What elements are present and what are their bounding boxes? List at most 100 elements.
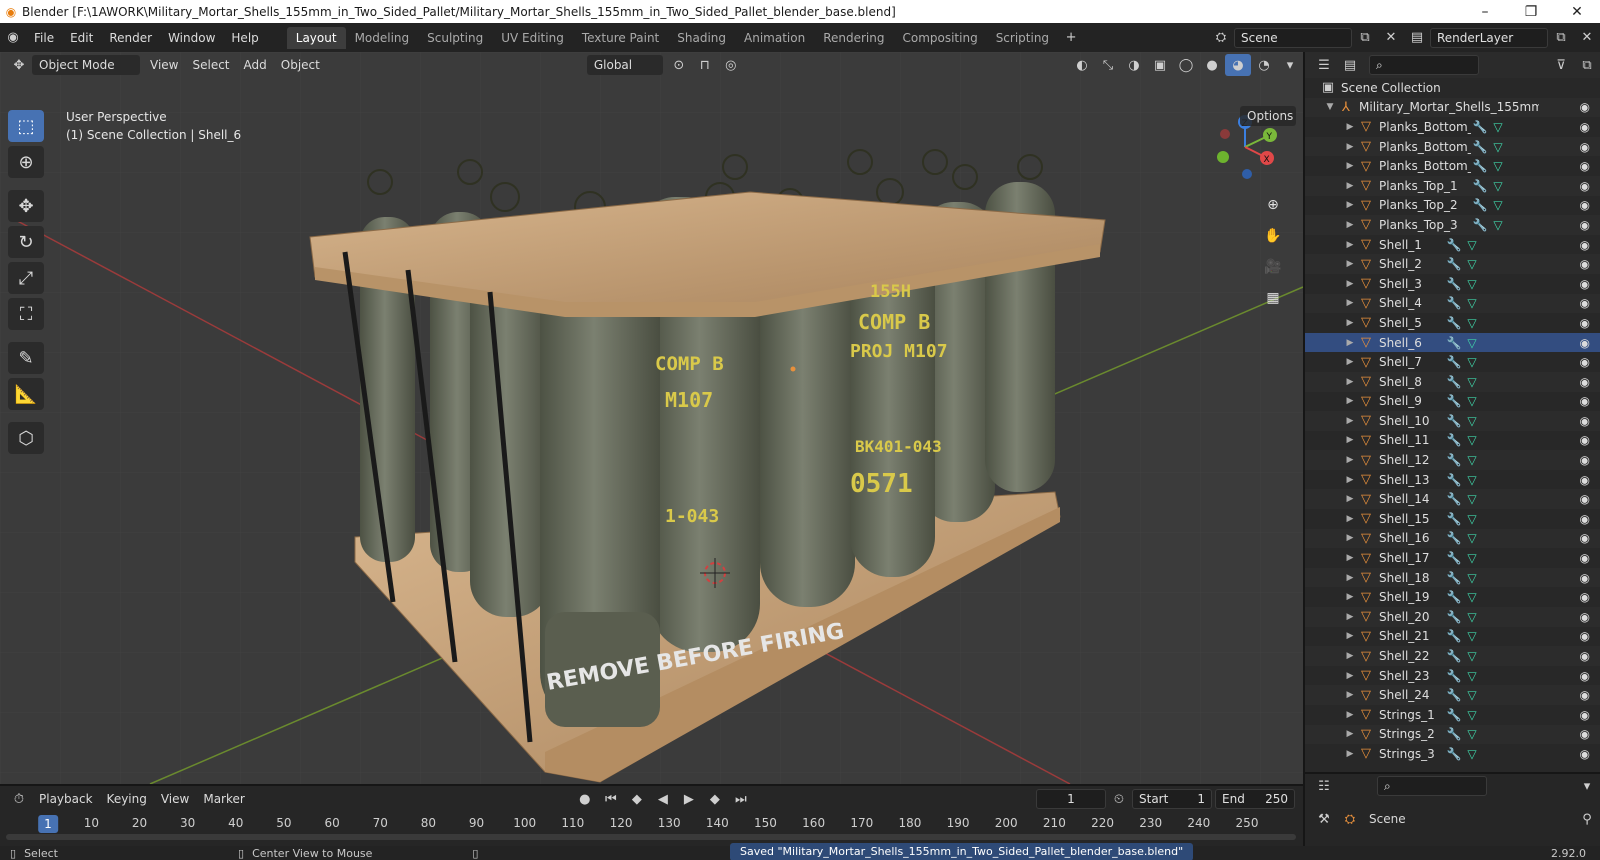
jump-end-icon[interactable]: ⏭: [728, 788, 754, 810]
eye-icon[interactable]: ◉: [1580, 277, 1590, 291]
outliner-item[interactable]: ▶ ▽ Shell_18 🔧 ▽ ◉: [1305, 567, 1600, 588]
timeline-scrollbar[interactable]: [6, 834, 1296, 840]
mesh-data-icon[interactable]: ▽: [1463, 610, 1481, 624]
wireframe-shading-icon[interactable]: ◯: [1173, 54, 1199, 76]
modifier-wrench-icon[interactable]: 🔧: [1445, 257, 1463, 271]
expand-triangle-icon[interactable]: ▶: [1343, 475, 1357, 485]
modifier-wrench-icon[interactable]: 🔧: [1445, 727, 1463, 741]
eye-icon[interactable]: ◉: [1580, 649, 1590, 663]
eye-icon[interactable]: ◉: [1580, 120, 1590, 134]
mesh-data-icon[interactable]: ▽: [1463, 296, 1481, 310]
outliner-search-input[interactable]: ⌕: [1369, 55, 1479, 75]
expand-triangle-icon[interactable]: ▶: [1343, 710, 1357, 720]
mesh-data-icon[interactable]: ▽: [1463, 355, 1481, 369]
outliner-item[interactable]: ▶ ▽ Shell_22 🔧 ▽ ◉: [1305, 646, 1600, 666]
outliner-item[interactable]: ▶▽Planks_Bottom_1🔧▽◉: [1305, 117, 1600, 137]
modifier-wrench-icon[interactable]: 🔧: [1445, 355, 1463, 369]
outliner-root[interactable]: ▣ Scene Collection: [1305, 78, 1600, 98]
minimize-button[interactable]: –: [1462, 4, 1508, 20]
eye-icon[interactable]: ◉: [1580, 159, 1590, 173]
outliner-item[interactable]: ▶ ▽ Shell_15 🔧 ▽ ◉: [1305, 509, 1600, 529]
eye-icon[interactable]: ◉: [1580, 394, 1590, 408]
material-shading-icon[interactable]: ◕: [1225, 54, 1251, 76]
pin-icon[interactable]: ⚲: [1574, 808, 1600, 830]
expand-triangle-icon[interactable]: ▶: [1343, 631, 1357, 641]
eye-icon[interactable]: ◉: [1580, 688, 1590, 702]
expand-triangle-icon[interactable]: ▶: [1343, 240, 1357, 250]
modifier-wrench-icon[interactable]: 🔧: [1471, 218, 1489, 232]
mesh-data-icon[interactable]: ▽: [1463, 629, 1481, 643]
play-reverse-icon[interactable]: ◀: [650, 788, 676, 810]
expand-triangle-icon[interactable]: ▶: [1343, 749, 1357, 759]
select-box-tool-icon[interactable]: ⬚: [8, 110, 44, 142]
outliner-item[interactable]: ▶ ▽ Shell_24 🔧 ▽ ◉: [1305, 685, 1600, 705]
play-icon[interactable]: ▶: [676, 788, 702, 810]
menu-view[interactable]: View: [143, 55, 185, 75]
properties-search-input[interactable]: ⌕: [1377, 776, 1487, 796]
frame-cursor[interactable]: 1: [38, 815, 58, 833]
eye-icon[interactable]: ◉: [1580, 257, 1590, 271]
timeline-ruler[interactable]: 1 10 20 30 40 50 60 70 80 90 100 110 120 130 140 150 160…: [0, 814, 1303, 834]
timeline-editor-icon[interactable]: ⏱: [6, 788, 32, 810]
modifier-wrench-icon[interactable]: 🔧: [1471, 120, 1489, 134]
add-cube-tool-icon[interactable]: ⬡: [8, 422, 44, 454]
filter-icon[interactable]: ⊽: [1548, 54, 1574, 76]
renderlayer-icon[interactable]: ▤: [1404, 27, 1430, 49]
scene-field[interactable]: Scene: [1234, 27, 1352, 48]
outliner-item[interactable]: ▶ ▽ Shell_2 🔧 ▽ ◉: [1305, 254, 1600, 274]
move-tool-icon[interactable]: ✥: [8, 190, 44, 222]
modifier-wrench-icon[interactable]: 🔧: [1445, 433, 1463, 447]
mesh-data-icon[interactable]: ▽: [1463, 492, 1481, 506]
expand-triangle-icon[interactable]: ▶: [1343, 357, 1357, 367]
xray-icon[interactable]: ▣: [1147, 54, 1173, 76]
expand-triangle-icon[interactable]: ▶: [1343, 220, 1357, 230]
eye-icon[interactable]: ◉: [1580, 355, 1590, 369]
mesh-data-icon[interactable]: ▽: [1489, 218, 1507, 232]
modifier-wrench-icon[interactable]: 🔧: [1471, 179, 1489, 193]
mesh-data-icon[interactable]: ▽: [1463, 238, 1481, 252]
modifier-wrench-icon[interactable]: 🔧: [1445, 669, 1463, 683]
ortho-grid-icon[interactable]: ▦: [1260, 285, 1286, 311]
expand-triangle-icon[interactable]: ▶: [1343, 161, 1357, 171]
renderlayer-field[interactable]: RenderLayer: [1430, 27, 1548, 48]
maximize-button[interactable]: ❐: [1508, 4, 1554, 20]
proportional-edit-icon[interactable]: ◎: [718, 54, 744, 76]
mesh-data-icon[interactable]: ▽: [1463, 551, 1481, 565]
new-renderlayer-icon[interactable]: ⧉: [1548, 27, 1574, 49]
modifier-wrench-icon[interactable]: 🔧: [1471, 159, 1489, 173]
eye-icon[interactable]: ◉: [1580, 551, 1590, 565]
tab-uv-editing[interactable]: UV Editing: [492, 27, 573, 49]
menu-object[interactable]: Object: [274, 55, 327, 75]
outliner-item[interactable]: ▶ ▽ Shell_11 🔧 ▽ ◉: [1305, 431, 1600, 451]
expand-triangle-icon[interactable]: ▶: [1343, 142, 1357, 152]
expand-triangle-icon[interactable]: ▶: [1343, 181, 1357, 191]
transform-tool-icon[interactable]: ⛶: [8, 298, 44, 330]
mesh-data-icon[interactable]: ▽: [1463, 433, 1481, 447]
menu-marker[interactable]: Marker: [196, 789, 251, 809]
modifier-wrench-icon[interactable]: 🔧: [1445, 610, 1463, 624]
outliner-item[interactable]: ▶ ▽ Shell_23 🔧 ▽ ◉: [1305, 666, 1600, 686]
modifier-wrench-icon[interactable]: 🔧: [1445, 394, 1463, 408]
scene-props-icon[interactable]: ⛭: [1337, 808, 1363, 830]
stopwatch-icon[interactable]: ⏲: [1106, 788, 1132, 810]
menu-edit[interactable]: Edit: [62, 27, 101, 49]
menu-file[interactable]: File: [26, 27, 62, 49]
outliner-item[interactable]: ▶ ▽ Shell_16 🔧 ▽ ◉: [1305, 528, 1600, 549]
mesh-data-icon[interactable]: ▽: [1463, 649, 1481, 663]
outliner-item[interactable]: ▶ ▽ Shell_20 🔧 ▽ ◉: [1305, 607, 1600, 627]
camera-icon[interactable]: 🎥: [1260, 254, 1286, 280]
modifier-wrench-icon[interactable]: 🔧: [1445, 375, 1463, 389]
start-frame-field[interactable]: Start 1: [1132, 789, 1212, 809]
mesh-data-icon[interactable]: ▽: [1489, 140, 1507, 154]
new-collection-icon[interactable]: ⧉: [1574, 54, 1600, 76]
gizmo-toggle-icon[interactable]: ⤡: [1095, 54, 1121, 76]
modifier-wrench-icon[interactable]: 🔧: [1445, 551, 1463, 565]
mesh-data-icon[interactable]: ▽: [1463, 277, 1481, 291]
eye-icon[interactable]: ◉: [1580, 296, 1590, 310]
outliner-item[interactable]: ▶ ▽ Planks_Top_3 🔧 ▽ ◉: [1305, 215, 1600, 235]
modifier-wrench-icon[interactable]: 🔧: [1445, 629, 1463, 643]
mesh-data-icon[interactable]: ▽: [1463, 316, 1481, 330]
options-button[interactable]: Options: [1240, 106, 1296, 126]
expand-triangle-icon[interactable]: ▶: [1343, 514, 1357, 524]
menu-render[interactable]: Render: [101, 27, 160, 49]
